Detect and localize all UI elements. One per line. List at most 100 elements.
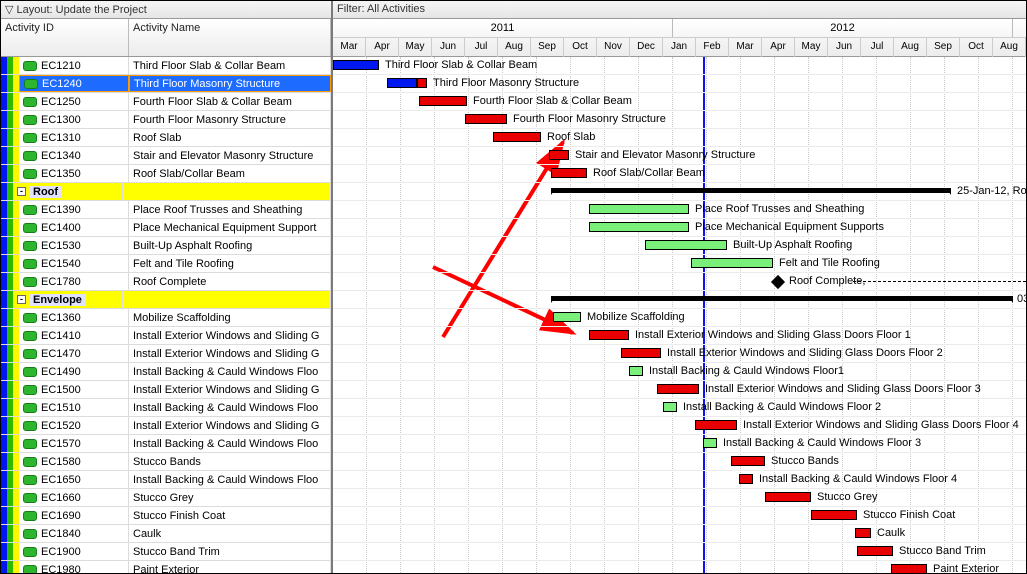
activity-name-cell[interactable]: Paint Exterior (129, 561, 331, 573)
gantt-bar[interactable] (589, 204, 689, 214)
activity-id-cell[interactable]: EC1980 (19, 561, 129, 573)
gantt-bar[interactable] (703, 438, 717, 448)
activity-name-cell[interactable] (123, 183, 331, 200)
gantt-bar[interactable] (589, 330, 629, 340)
activity-row[interactable]: EC1360Mobilize Scaffolding (1, 309, 331, 327)
activity-name-cell[interactable]: Place Roof Trusses and Sheathing (129, 201, 331, 218)
activity-name-cell[interactable]: Third Floor Masonry Structure (129, 75, 331, 92)
activity-row[interactable]: EC1250Fourth Floor Slab & Collar Beam (1, 93, 331, 111)
activity-name-cell[interactable]: Install Backing & Cauld Windows Floo (129, 363, 331, 380)
activity-id-cell[interactable]: EC1510 (19, 399, 129, 416)
summary-bar[interactable] (551, 296, 1013, 301)
activity-name-cell[interactable]: Stucco Grey (129, 489, 331, 506)
activity-name-cell[interactable]: Felt and Tile Roofing (129, 255, 331, 272)
activity-id-cell[interactable]: EC1360 (19, 309, 129, 326)
gantt-row[interactable] (333, 129, 1026, 147)
activity-name-cell[interactable]: Install Backing & Cauld Windows Floo (129, 435, 331, 452)
gantt-bar-remaining[interactable] (417, 78, 427, 88)
gantt-row[interactable] (333, 453, 1026, 471)
gantt-bar[interactable] (589, 222, 689, 232)
gantt-bar[interactable] (387, 78, 417, 88)
activity-row[interactable]: EC1340Stair and Elevator Masonry Structu… (1, 147, 331, 165)
activity-id-cell[interactable]: EC1310 (19, 129, 129, 146)
col-header-activity-name[interactable]: Activity Name (129, 19, 331, 56)
group-row[interactable]: -Envelope (1, 291, 331, 309)
activity-id-cell[interactable]: -Roof (13, 183, 123, 200)
activity-row[interactable]: EC1660Stucco Grey (1, 489, 331, 507)
activity-name-cell[interactable]: Third Floor Slab & Collar Beam (129, 57, 331, 74)
activity-name-cell[interactable]: Roof Slab/Collar Beam (129, 165, 331, 182)
gantt-bar[interactable] (645, 240, 727, 250)
gantt-bar[interactable] (553, 312, 581, 322)
activity-id-cell[interactable]: EC1210 (19, 57, 129, 74)
activity-row[interactable]: EC1400Place Mechanical Equipment Support (1, 219, 331, 237)
gantt-bar[interactable] (855, 528, 871, 538)
activity-row[interactable]: EC1350Roof Slab/Collar Beam (1, 165, 331, 183)
activity-id-cell[interactable]: EC1410 (19, 327, 129, 344)
gantt-row[interactable] (333, 111, 1026, 129)
activity-row[interactable]: EC1410Install Exterior Windows and Slidi… (1, 327, 331, 345)
activity-row[interactable]: EC1650Install Backing & Cauld Windows Fl… (1, 471, 331, 489)
activity-row[interactable]: EC1580Stucco Bands (1, 453, 331, 471)
activity-name-cell[interactable]: Install Backing & Cauld Windows Floo (129, 399, 331, 416)
activity-name-cell[interactable]: Stucco Bands (129, 453, 331, 470)
gantt-bar[interactable] (739, 474, 753, 484)
activity-id-cell[interactable]: EC1690 (19, 507, 129, 524)
activity-id-cell[interactable]: EC1340 (19, 147, 129, 164)
activity-row[interactable]: EC1310Roof Slab (1, 129, 331, 147)
gantt-bar[interactable] (465, 114, 507, 124)
activity-row[interactable]: EC1520Install Exterior Windows and Slidi… (1, 417, 331, 435)
activity-name-cell[interactable]: Install Backing & Cauld Windows Floo (129, 471, 331, 488)
gantt-row[interactable] (333, 525, 1026, 543)
activity-row[interactable]: EC1570Install Backing & Cauld Windows Fl… (1, 435, 331, 453)
activity-row[interactable]: EC1980Paint Exterior (1, 561, 331, 573)
activity-row[interactable]: EC1540Felt and Tile Roofing (1, 255, 331, 273)
activity-id-cell[interactable]: EC1240 (19, 75, 129, 92)
activity-row[interactable]: EC1780Roof Complete (1, 273, 331, 291)
activity-name-cell[interactable]: Stair and Elevator Masonry Structure (129, 147, 331, 164)
activity-id-cell[interactable]: EC1500 (19, 381, 129, 398)
gantt-row[interactable] (333, 399, 1026, 417)
activity-name-cell[interactable]: Install Exterior Windows and Sliding G (129, 417, 331, 434)
activity-name-cell[interactable]: Roof Slab (129, 129, 331, 146)
gantt-row[interactable] (333, 255, 1026, 273)
activity-name-cell[interactable]: Roof Complete (129, 273, 331, 290)
gantt-bar[interactable] (549, 150, 569, 160)
activity-row[interactable]: EC1690Stucco Finish Coat (1, 507, 331, 525)
activity-name-cell[interactable] (123, 291, 331, 308)
activity-id-cell[interactable]: EC1650 (19, 471, 129, 488)
activity-id-cell[interactable]: EC1570 (19, 435, 129, 452)
filter-header[interactable]: Filter: All Activities (333, 1, 1026, 19)
gantt-row[interactable] (333, 489, 1026, 507)
activity-id-cell[interactable]: EC1780 (19, 273, 129, 290)
gantt-bar[interactable] (621, 348, 661, 358)
activity-id-cell[interactable]: EC1520 (19, 417, 129, 434)
gantt-bar[interactable] (857, 546, 893, 556)
activity-name-cell[interactable]: Built-Up Asphalt Roofing (129, 237, 331, 254)
activity-name-cell[interactable]: Stucco Band Trim (129, 543, 331, 560)
gantt-bar[interactable] (657, 384, 699, 394)
activity-name-cell[interactable]: Place Mechanical Equipment Support (129, 219, 331, 236)
activity-id-cell[interactable]: EC1470 (19, 345, 129, 362)
activity-id-cell[interactable]: EC1300 (19, 111, 129, 128)
gantt-row[interactable] (333, 273, 1026, 291)
activity-id-cell[interactable]: EC1580 (19, 453, 129, 470)
activity-id-cell[interactable]: EC1400 (19, 219, 129, 236)
gantt-bar[interactable] (695, 420, 737, 430)
activity-row[interactable]: EC1490Install Backing & Cauld Windows Fl… (1, 363, 331, 381)
activity-id-cell[interactable]: EC1490 (19, 363, 129, 380)
activity-id-cell[interactable]: EC1660 (19, 489, 129, 506)
gantt-bar[interactable] (765, 492, 811, 502)
activity-row[interactable]: EC1390Place Roof Trusses and Sheathing (1, 201, 331, 219)
activity-name-cell[interactable]: Mobilize Scaffolding (129, 309, 331, 326)
activity-name-cell[interactable]: Install Exterior Windows and Sliding G (129, 381, 331, 398)
gantt-bar[interactable] (691, 258, 773, 268)
activity-id-cell[interactable]: EC1350 (19, 165, 129, 182)
activity-id-cell[interactable]: EC1840 (19, 525, 129, 542)
activity-row[interactable]: EC1240Third Floor Masonry Structure (1, 75, 331, 93)
gantt-bar[interactable] (493, 132, 541, 142)
gantt-bar[interactable] (811, 510, 857, 520)
collapse-icon[interactable]: - (17, 187, 26, 196)
col-header-activity-id[interactable]: Activity ID (1, 19, 129, 56)
activity-name-cell[interactable]: Install Exterior Windows and Sliding G (129, 345, 331, 362)
